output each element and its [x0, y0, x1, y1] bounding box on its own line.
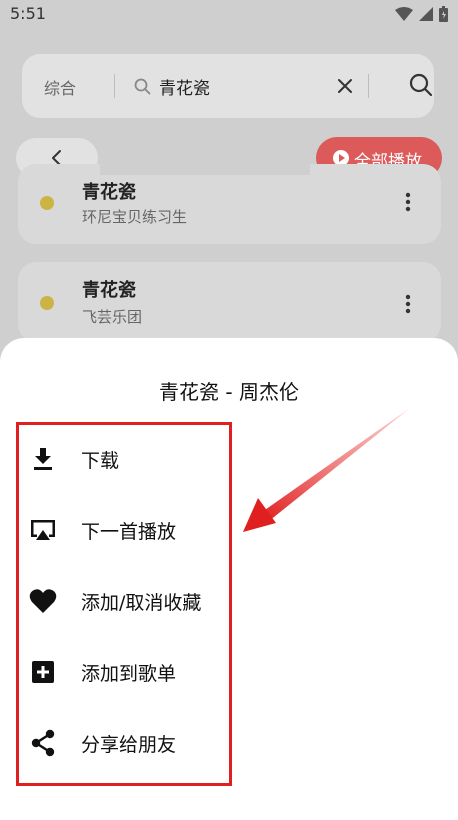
cast-icon	[31, 520, 55, 540]
status-bar: 5:51	[0, 0, 458, 30]
song-title: 青花瓷	[82, 280, 136, 301]
toolbar-background	[100, 137, 310, 175]
bottom-sheet: 青花瓷 - 周杰伦 下载 下一首播放 添加/取消收藏 添加到歌单 分享给朋友	[0, 338, 458, 820]
more-vertical-icon[interactable]	[404, 192, 412, 212]
status-dot	[40, 196, 54, 210]
menu-item-label: 添加/取消收藏	[81, 592, 202, 614]
divider	[368, 74, 369, 98]
song-artist: 飞芸乐团	[82, 308, 143, 326]
menu-item-label: 添加到歌单	[81, 663, 177, 685]
menu-item-add-to-playlist[interactable]: 添加到歌单	[28, 647, 228, 695]
menu-item-label: 下载	[81, 450, 120, 472]
search-category-dropdown[interactable]: 综合	[44, 75, 76, 99]
close-icon[interactable]	[335, 76, 355, 96]
menu-item-favorite[interactable]: 添加/取消收藏	[28, 576, 228, 624]
add-to-playlist-icon	[32, 661, 54, 683]
song-title: 青花瓷	[82, 182, 136, 203]
song-artist: 环尼宝贝练习生	[82, 208, 188, 226]
list-item[interactable]: 青花瓷 飞芸乐团	[18, 262, 441, 342]
search-bar: 综合 青花瓷	[22, 54, 434, 118]
sheet-title: 青花瓷 - 周杰伦	[159, 380, 299, 404]
status-dot	[40, 296, 54, 310]
wifi-icon	[395, 7, 413, 21]
download-icon	[34, 448, 52, 470]
menu-item-download[interactable]: 下载	[28, 434, 228, 482]
status-time: 5:51	[10, 4, 46, 23]
menu-item-play-next[interactable]: 下一首播放	[28, 505, 228, 553]
search-button[interactable]	[408, 72, 434, 98]
more-vertical-icon[interactable]	[404, 294, 412, 314]
battery-icon	[439, 6, 448, 22]
menu-item-label: 分享给朋友	[81, 734, 177, 756]
divider	[114, 74, 115, 98]
status-icons	[395, 6, 448, 22]
menu-item-share[interactable]: 分享给朋友	[28, 718, 228, 766]
heart-icon	[29, 589, 57, 613]
share-icon	[31, 729, 55, 757]
list-item[interactable]: 青花瓷 环尼宝贝练习生	[18, 164, 441, 244]
signal-icon	[419, 7, 433, 21]
menu-item-label: 下一首播放	[81, 521, 177, 543]
search-icon	[134, 78, 151, 95]
search-input[interactable]: 青花瓷	[159, 74, 210, 99]
